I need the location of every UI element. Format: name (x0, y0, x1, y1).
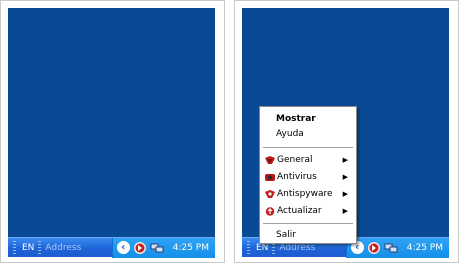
submenu-arrow-icon: ▶ (342, 156, 348, 164)
menu-item-label: General (277, 155, 313, 165)
menu-item-label: Actualizar (277, 206, 322, 216)
menu-separator (263, 147, 353, 148)
menu-item-actualizar[interactable]: Actualizar ▶ (260, 205, 356, 218)
menu-item-general[interactable]: General ▶ (260, 154, 356, 167)
security-tray-icon[interactable] (133, 241, 147, 255)
taskbar-grip[interactable] (13, 240, 16, 255)
menu-item-antispyware[interactable]: Antispyware ▶ (260, 188, 356, 201)
language-indicator[interactable]: EN (256, 243, 268, 253)
network-tray-icon[interactable] (150, 241, 164, 255)
clock[interactable]: 4:25 PM (173, 243, 209, 253)
shield-icon (265, 173, 275, 182)
submenu-arrow-icon: ▶ (342, 173, 348, 181)
clock[interactable]: 4:25 PM (407, 243, 443, 253)
submenu-arrow-icon: ▶ (342, 207, 348, 215)
menu-item-label: Ayuda (276, 129, 304, 139)
system-tray: ‹ 4:25 PM (111, 237, 215, 258)
taskbar-grip[interactable] (247, 240, 250, 255)
menu-item-mostrar[interactable]: Mostrar (260, 113, 356, 126)
show-hidden-icons-icon[interactable]: ‹ (116, 241, 130, 254)
address-toolbar-label[interactable]: Address (279, 243, 315, 253)
submenu-arrow-icon: ▶ (342, 190, 348, 198)
screenshot-panel-left: EN Address ‹ 4:25 PM (0, 0, 225, 263)
system-tray: ‹ 4:25 PM (345, 237, 449, 258)
toolbar-grip[interactable] (38, 240, 42, 255)
address-toolbar-label[interactable]: Address (45, 243, 81, 253)
update-icon (265, 207, 275, 216)
network-tray-icon[interactable] (384, 241, 398, 255)
desktop-area (8, 8, 215, 237)
menu-item-ayuda[interactable]: Ayuda (260, 128, 356, 141)
shield-icon (265, 190, 275, 199)
shield-icon (265, 156, 275, 165)
menu-item-label: Salir (276, 230, 296, 240)
menu-item-antivirus[interactable]: Antivirus ▶ (260, 171, 356, 184)
menu-separator (263, 223, 353, 224)
menu-item-label: Mostrar (276, 114, 316, 124)
menu-item-label: Antivirus (277, 172, 317, 182)
menu-item-salir[interactable]: Salir (260, 229, 356, 242)
language-indicator[interactable]: EN (22, 243, 34, 253)
menu-item-label: Antispyware (277, 189, 333, 199)
tray-context-menu: Mostrar Ayuda General ▶ Antivirus ▶ Anti… (259, 106, 357, 244)
taskbar: EN Address ‹ 4:25 PM (8, 237, 215, 258)
security-tray-icon[interactable] (367, 241, 381, 255)
